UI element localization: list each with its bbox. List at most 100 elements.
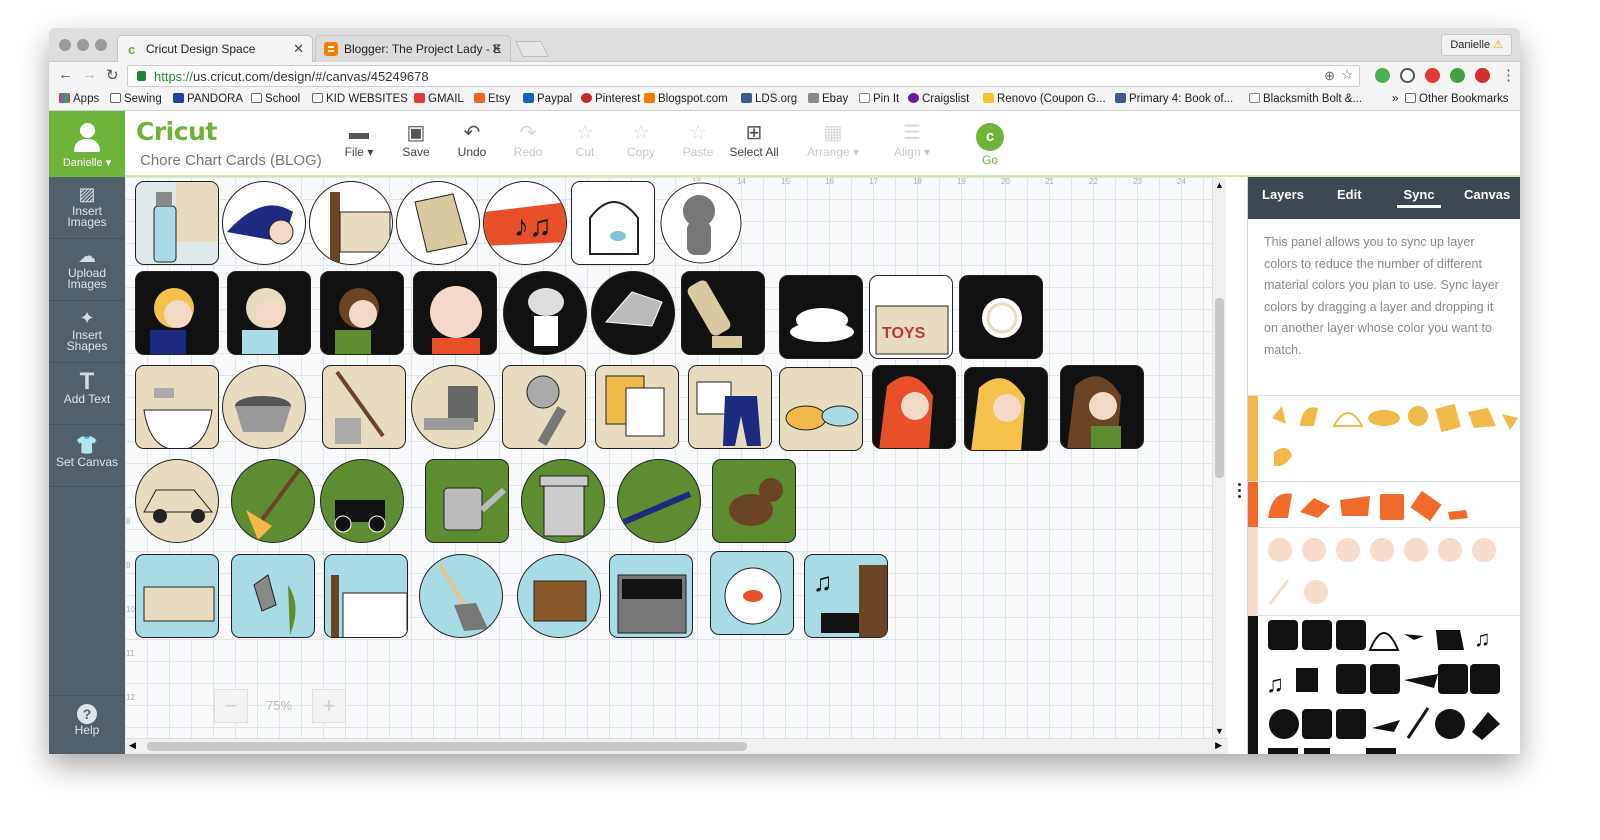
chore-icon-pray-girl-brown[interactable]: [1060, 365, 1144, 449]
chore-icon-rake[interactable]: [231, 459, 315, 543]
chore-icon-homework[interactable]: [595, 365, 679, 449]
chore-icon-car[interactable]: [135, 459, 219, 543]
chore-icon-toys[interactable]: TOYS: [869, 275, 953, 359]
tab-cricut[interactable]: c Cricut Design Space ✕: [117, 35, 313, 62]
bookmark-pin-it[interactable]: Pin It: [859, 93, 899, 105]
paste-button[interactable]: ☆ Paste: [668, 121, 728, 159]
grammarly-icon[interactable]: [1450, 68, 1465, 83]
chore-icon-pray-boy-light[interactable]: [227, 271, 311, 355]
file-button[interactable]: ▬ File ▾: [329, 121, 389, 159]
bookmark-primary[interactable]: Primary 4: Book of...: [1115, 93, 1233, 105]
pinterest-extension-icon[interactable]: [1475, 68, 1490, 83]
design-canvas[interactable]: 13 14 15 16 17 18 19 20 21 22 23 24 8 9 …: [125, 177, 1218, 738]
color-group-orange[interactable]: [1248, 481, 1520, 527]
bookmark-apps[interactable]: Apps: [59, 93, 99, 105]
chore-icon-baby[interactable]: [413, 271, 497, 355]
chore-icon-fish-bowl[interactable]: [710, 551, 794, 635]
save-button[interactable]: ▣ Save: [386, 121, 446, 159]
chore-icon-trash[interactable]: [521, 459, 605, 543]
bookmarks-overflow[interactable]: »: [1392, 93, 1398, 105]
scroll-thumb[interactable]: [1215, 298, 1224, 478]
chore-icon-dishes[interactable]: [779, 275, 863, 359]
cut-button[interactable]: ☆ Cut: [555, 121, 615, 159]
chore-icon-sink[interactable]: [135, 365, 219, 449]
tab-canvas[interactable]: Canvas: [1464, 187, 1510, 202]
star-icon[interactable]: ☆: [1341, 67, 1353, 83]
chore-icon-music[interactable]: ♪♫: [483, 181, 567, 265]
scroll-left-icon[interactable]: ◀: [129, 740, 136, 751]
bookmark-blogspot[interactable]: Blogspot.com: [644, 93, 728, 105]
chore-icon-birdcage[interactable]: [571, 181, 655, 265]
chore-icon-toothbrush[interactable]: [617, 459, 701, 543]
chore-icon-bath[interactable]: [135, 554, 219, 638]
bookmark-blacksmith[interactable]: Blacksmith Bolt &...: [1249, 93, 1362, 105]
bookmark-gmail[interactable]: GMAIL: [414, 93, 464, 105]
forward-arrow-icon[interactable]: →: [82, 66, 97, 83]
color-group-black[interactable]: ♫ ♫: [1248, 615, 1520, 754]
reload-icon[interactable]: ↻: [106, 66, 119, 84]
help-button[interactable]: ? Help: [49, 695, 125, 754]
bookmark-craigslist[interactable]: Craigslist: [908, 93, 969, 105]
tab-edit[interactable]: Edit: [1337, 187, 1362, 202]
insert-shapes-button[interactable]: ✦ Insert Shapes: [49, 301, 125, 363]
chore-icon-dog[interactable]: [712, 459, 796, 543]
chore-icon-set-table[interactable]: [959, 275, 1043, 359]
bookmark-lds[interactable]: LDS.org: [741, 93, 797, 105]
bookmark-ebay[interactable]: Ebay: [808, 93, 848, 105]
chore-icon-mirror-comb[interactable]: [502, 365, 586, 449]
chore-icon-pray-girl-blonde[interactable]: [964, 367, 1048, 451]
color-group-skin[interactable]: [1248, 527, 1520, 615]
chore-icon-dustpan[interactable]: [411, 365, 495, 449]
tab-layers[interactable]: Layers: [1262, 187, 1304, 202]
chore-icon-iron[interactable]: [591, 271, 675, 355]
user-menu[interactable]: Danielle ▾: [49, 111, 125, 177]
tab-blogger[interactable]: Blogger: The Project Lady - E ✕: [315, 35, 511, 62]
bookmark-school[interactable]: School: [251, 93, 300, 105]
chore-icon-pray-girl-red[interactable]: [872, 365, 956, 449]
back-arrow-icon[interactable]: ←: [58, 66, 73, 83]
color-group-yellow[interactable]: [1248, 395, 1520, 481]
zoom-in-button[interactable]: +: [312, 689, 346, 723]
redo-button[interactable]: ↷ Redo: [498, 121, 558, 159]
chore-icon-vacuum[interactable]: [681, 271, 765, 355]
chore-icon-cat[interactable]: [659, 181, 743, 265]
bookmark-other[interactable]: Other Bookmarks: [1405, 93, 1508, 105]
opera-extension-icon[interactable]: [1425, 68, 1440, 83]
menu-icon[interactable]: ⋮: [1501, 66, 1516, 84]
close-window-button[interactable]: [59, 39, 71, 51]
upload-images-button[interactable]: ☁ Upload Images: [49, 239, 125, 301]
chore-icon-dust-cloth[interactable]: [222, 181, 306, 265]
chore-icon-laundry-basket[interactable]: [517, 554, 601, 638]
set-canvas-button[interactable]: 👕 Set Canvas: [49, 425, 125, 487]
zoom-icon[interactable]: ⊕: [1324, 68, 1335, 84]
copy-button[interactable]: ☆ Copy: [611, 121, 671, 159]
maximize-window-button[interactable]: [95, 39, 107, 51]
bookmark-etsy[interactable]: Etsy: [474, 93, 510, 105]
chore-icon-lawnmower[interactable]: [320, 459, 404, 543]
chore-icon-pray-boy-brown[interactable]: [320, 271, 404, 355]
go-button[interactable]: c Go: [975, 123, 1005, 167]
chore-icon-mop[interactable]: [322, 365, 406, 449]
chore-icon-broom[interactable]: [419, 554, 503, 638]
panel-resize-grip-icon[interactable]: [1238, 483, 1242, 501]
close-tab-icon[interactable]: ✕: [491, 41, 502, 57]
chore-icon-piano[interactable]: ♫: [804, 554, 888, 638]
bookmark-paypal[interactable]: Paypal: [523, 93, 572, 105]
new-tab-button[interactable]: [515, 41, 549, 57]
bookmark-renovo[interactable]: Renovo (Coupon G...: [983, 93, 1106, 105]
chore-icon-pray-boy-blonde[interactable]: [135, 271, 219, 355]
chore-icon-spray-window[interactable]: [135, 181, 219, 265]
chore-icon-toilet[interactable]: [503, 271, 587, 355]
chore-icon-clear-table[interactable]: [324, 554, 408, 638]
extension-icon[interactable]: [1375, 68, 1390, 83]
chore-icon-laundry-clothes[interactable]: [688, 365, 772, 449]
undo-button[interactable]: ↶ Undo: [442, 121, 502, 159]
select-all-button[interactable]: ⊞ Select All: [724, 121, 784, 159]
chore-icon-pot[interactable]: [222, 365, 306, 449]
arrange-button[interactable]: ▦ Arrange ▾: [803, 121, 863, 159]
horizontal-scrollbar[interactable]: ◀ ▶: [125, 738, 1228, 754]
bookmark-kid-websites[interactable]: KID WEBSITES: [312, 93, 408, 105]
insert-images-button[interactable]: ▨ Insert Images: [49, 177, 125, 239]
minimize-window-button[interactable]: [77, 39, 89, 51]
close-tab-icon[interactable]: ✕: [293, 41, 304, 57]
